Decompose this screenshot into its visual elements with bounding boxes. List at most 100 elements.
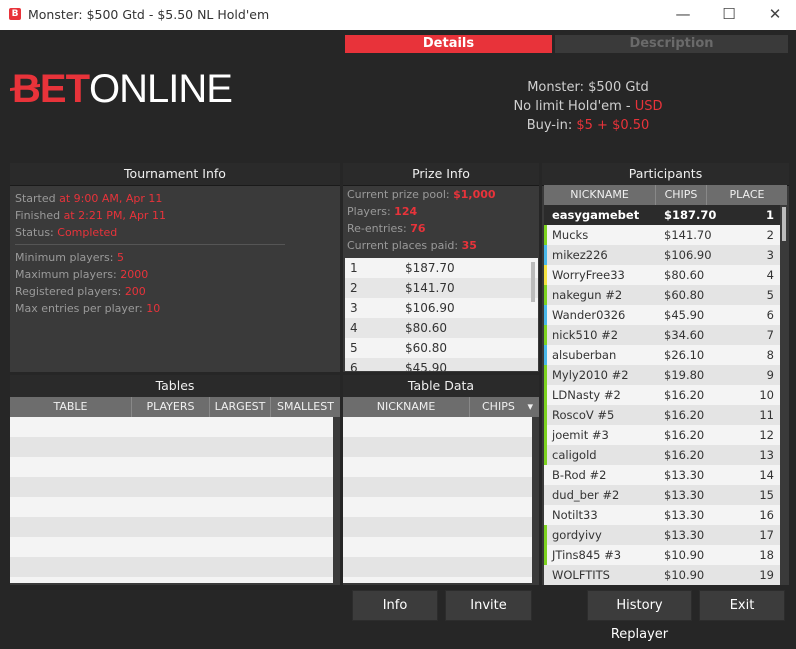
max-players-line: Maximum players: 2000 xyxy=(15,268,149,281)
participant-row[interactable]: RoscoV #5 $16.20 11 xyxy=(544,405,780,425)
participant-nickname: LDNasty #2 xyxy=(552,388,621,402)
buyin-value: $5 + $0.50 xyxy=(576,118,650,133)
participant-nickname: alsuberban xyxy=(552,348,617,362)
participant-row[interactable]: easygamebet $187.70 1 xyxy=(544,205,780,225)
participant-place: 17 xyxy=(759,528,774,542)
history-replayer-button[interactable]: History Replayer xyxy=(587,590,692,642)
participant-chips: $34.60 xyxy=(664,328,705,342)
status-indicator xyxy=(544,445,547,465)
participants-panel: Participants NICKNAME CHIPS PLACE easyga… xyxy=(542,163,789,585)
participant-row[interactable]: Mucks $141.70 2 xyxy=(544,225,780,245)
participant-place: 10 xyxy=(759,388,774,402)
participant-chips: $16.20 xyxy=(664,448,705,462)
status-indicator xyxy=(544,405,547,425)
currency: USD xyxy=(634,99,663,114)
participant-chips: $26.10 xyxy=(664,348,705,362)
info-button[interactable]: Info xyxy=(352,590,438,621)
status-indicator xyxy=(544,365,547,385)
participant-row[interactable]: B-Rod #2 $13.30 14 xyxy=(544,465,780,485)
participant-nickname: mikez226 xyxy=(552,248,608,262)
tab-details[interactable]: Details xyxy=(345,35,552,53)
participant-nickname: caligold xyxy=(552,448,597,462)
started-line: Started at 9:00 AM, Apr 11 xyxy=(15,192,163,205)
participant-nickname: joemit #3 xyxy=(552,428,609,442)
table-data-grid[interactable] xyxy=(343,417,532,583)
participant-row[interactable]: nick510 #2 $34.60 7 xyxy=(544,325,780,345)
prize-info-title: Prize Info xyxy=(343,163,539,186)
col-nickname[interactable]: NICKNAME xyxy=(544,185,656,205)
participant-row[interactable]: Wander0326 $45.90 6 xyxy=(544,305,780,325)
prize-row: 5 $60.80 xyxy=(350,341,447,355)
betonline-logo: BETONLINE xyxy=(12,67,233,111)
participant-row[interactable]: JTins845 #3 $10.90 18 xyxy=(544,545,780,565)
registered-players-line: Registered players: 200 xyxy=(15,285,146,298)
status-indicator xyxy=(544,525,547,545)
participant-row[interactable]: LDNasty #2 $16.20 10 xyxy=(544,385,780,405)
participant-row[interactable]: alsuberban $26.10 8 xyxy=(544,345,780,365)
participant-chips: $19.80 xyxy=(664,368,705,382)
status-indicator xyxy=(544,245,547,265)
participant-row[interactable]: Myly2010 #2 $19.80 9 xyxy=(544,365,780,385)
participant-place: 11 xyxy=(759,408,774,422)
col-smallest[interactable]: SMALLEST xyxy=(271,397,340,417)
participant-row[interactable]: gordyivy $13.30 17 xyxy=(544,525,780,545)
participant-place: 12 xyxy=(759,428,774,442)
participant-place: 3 xyxy=(766,248,774,262)
prize-list[interactable]: 1 $187.70 2 $141.70 3 $106.90 4 $80.60 5 $60.… xyxy=(345,258,538,371)
tables-grid[interactable] xyxy=(10,417,333,583)
tournament-info-title: Tournament Info xyxy=(10,163,340,186)
col-td-nickname[interactable]: NICKNAME xyxy=(343,397,470,417)
tournament-info-panel: Tournament Info Started at 9:00 AM, Apr … xyxy=(10,163,340,372)
participant-chips: $60.80 xyxy=(664,288,705,302)
participant-chips: $13.30 xyxy=(664,488,705,502)
participants-scrollbar[interactable] xyxy=(782,207,786,241)
col-td-chips[interactable]: CHIPS ▾ xyxy=(470,397,539,417)
col-chips[interactable]: CHIPS xyxy=(656,185,707,205)
participant-row[interactable]: WOLFTITS $10.90 19 xyxy=(544,565,780,585)
col-largest[interactable]: LARGEST xyxy=(210,397,271,417)
participant-chips: $45.90 xyxy=(664,308,705,322)
sort-down-icon[interactable]: ▾ xyxy=(527,397,533,417)
status-indicator xyxy=(544,345,547,365)
participant-chips: $106.90 xyxy=(664,248,712,262)
table-data-panel: Table Data NICKNAME CHIPS ▾ xyxy=(343,375,539,585)
exit-button[interactable]: Exit xyxy=(699,590,785,621)
participant-nickname: B-Rod #2 xyxy=(552,468,607,482)
participant-row[interactable]: caligold $16.20 13 xyxy=(544,445,780,465)
finished-line: Finished at 2:21 PM, Apr 11 xyxy=(15,209,166,222)
participant-place: 16 xyxy=(759,508,774,522)
participant-chips: $10.90 xyxy=(664,568,705,582)
tournament-name: Monster: $500 Gtd xyxy=(527,80,649,95)
status-indicator xyxy=(544,385,547,405)
participant-row[interactable]: nakegun #2 $60.80 5 xyxy=(544,285,780,305)
participant-row[interactable]: dud_ber #2 $13.30 15 xyxy=(544,485,780,505)
prize-scrollbar[interactable] xyxy=(531,262,535,302)
participants-list[interactable]: easygamebet $187.70 1 Mucks $141.70 2 mikez226… xyxy=(544,205,780,585)
prize-row: 4 $80.60 xyxy=(345,318,538,338)
col-table[interactable]: TABLE xyxy=(10,397,132,417)
prize-pool-line: Current prize pool: $1,000 xyxy=(347,188,496,201)
status-line: Status: Completed xyxy=(15,226,118,239)
participant-row[interactable]: WorryFree33 $80.60 4 xyxy=(544,265,780,285)
participant-row[interactable]: mikez226 $106.90 3 xyxy=(544,245,780,265)
prize-row: 6 $45.90 xyxy=(345,358,538,371)
participant-place: 18 xyxy=(759,548,774,562)
col-players[interactable]: PLAYERS xyxy=(132,397,210,417)
participant-chips: $187.70 xyxy=(664,208,717,222)
invite-button[interactable]: Invite xyxy=(445,590,532,621)
participant-chips: $16.20 xyxy=(664,388,705,402)
minimize-button[interactable]: — xyxy=(660,0,706,30)
tab-description[interactable]: Description xyxy=(555,35,788,53)
participant-place: 15 xyxy=(759,488,774,502)
participant-nickname: gordyivy xyxy=(552,528,602,542)
close-button[interactable]: ✕ xyxy=(752,0,796,30)
participant-nickname: WorryFree33 xyxy=(552,268,625,282)
col-place[interactable]: PLACE xyxy=(707,185,787,205)
divider xyxy=(15,244,285,245)
participant-nickname: dud_ber #2 xyxy=(552,488,620,502)
maximize-button[interactable]: ☐ xyxy=(706,0,752,30)
participant-row[interactable]: Notilt33 $13.30 16 xyxy=(544,505,780,525)
status-indicator xyxy=(544,285,547,305)
table-data-header: NICKNAME CHIPS ▾ xyxy=(343,397,539,417)
participant-row[interactable]: joemit #3 $16.20 12 xyxy=(544,425,780,445)
